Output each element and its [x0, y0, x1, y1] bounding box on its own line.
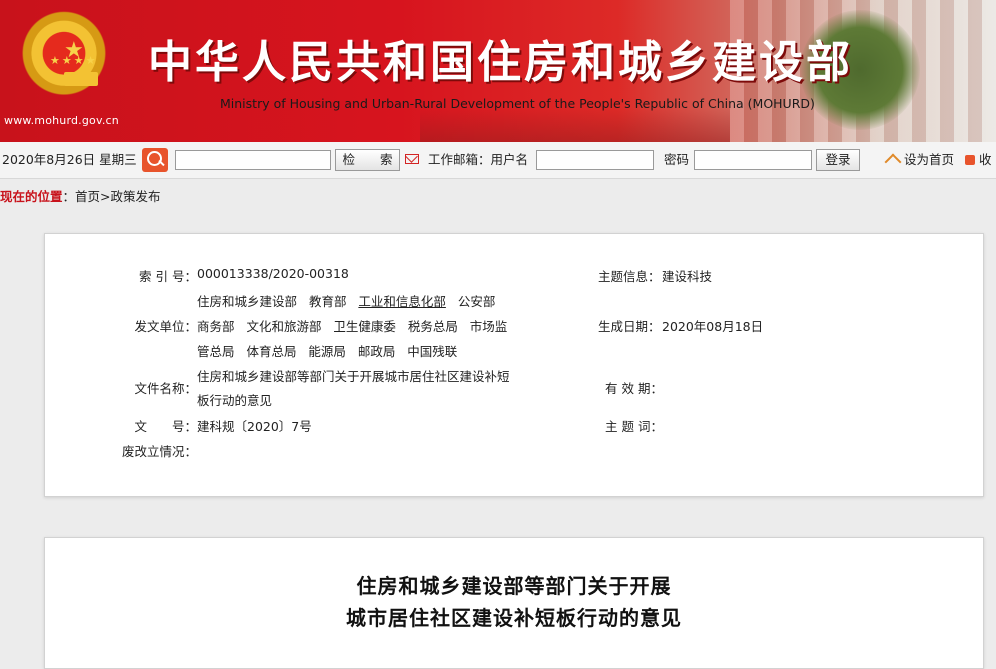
set-homepage-link[interactable]: 设为首页	[904, 142, 954, 178]
doc-number-value: 建科规〔2020〕7号	[197, 419, 312, 434]
password-input[interactable]	[694, 150, 812, 170]
breadcrumb-label: 现在的位置	[0, 189, 63, 204]
issuer-line-1: 住房和城乡建设部 教育部 工业和信息化部 公安部	[197, 294, 496, 309]
generated-date-value: 2020年08月18日	[662, 319, 764, 334]
favorite-icon	[965, 155, 975, 165]
issuer-label: 发文单位：	[134, 319, 197, 334]
site-url: www.mohurd.gov.cn	[4, 114, 119, 127]
doc-name-label: 文件名称：	[134, 381, 197, 396]
ministry-title-cn: 中华人民共和国住房和城乡建设部	[148, 37, 853, 88]
generated-date-label: 生成日期：	[598, 319, 661, 334]
site-banner: ★ ★★★★ www.mohurd.gov.cn 中华人民共和国住房和城乡建设部…	[0, 0, 996, 142]
home-icon	[884, 153, 902, 171]
topic-value: 建设科技	[662, 269, 713, 284]
ministry-title-en: Ministry of Housing and Urban-Rural Deve…	[220, 96, 815, 111]
breadcrumb-separator: ：	[62, 189, 76, 204]
doc-name-line-1: 住房和城乡建设部等部门关于开展城市居住社区建设补短	[197, 369, 510, 384]
index-label: 索 引 号：	[139, 269, 197, 284]
document-metadata-card: 索 引 号： 000013338/2020-00318 住房和城乡建设部 教育部…	[44, 233, 984, 497]
article-title-line-1: 住房和城乡建设部等部门关于开展	[356, 574, 672, 598]
revision-label: 废改立情况：	[121, 444, 197, 459]
issuer-line-2: 商务部 文化和旅游部 卫生健康委 税务总局 市场监	[197, 319, 508, 334]
login-button[interactable]: 登录	[816, 149, 860, 171]
favorite-link[interactable]: 收	[979, 142, 992, 178]
mail-icon	[405, 154, 419, 164]
roof-decoration	[420, 108, 730, 142]
username-input[interactable]	[536, 150, 654, 170]
index-value: 000013338/2020-00318	[197, 266, 349, 281]
national-emblem-icon: ★ ★★★★	[18, 10, 110, 106]
doc-number-label: 文 号：	[134, 419, 197, 434]
mail-username-label: 工作邮箱：用户名	[428, 152, 529, 167]
issuer-line-3: 管总局 体育总局 能源局 邮政局 中国残联	[197, 344, 458, 359]
search-button[interactable]: 检 索	[335, 149, 400, 171]
breadcrumb: 现在的位置：首页>政策发布	[0, 186, 161, 205]
current-date: 2020年8月26日 星期三	[2, 152, 137, 167]
article-card: 住房和城乡建设部等部门关于开展 城市居住社区建设补短板行动的意见	[44, 537, 984, 669]
topic-label: 主题信息：	[598, 269, 661, 284]
top-toolbar: 2020年8月26日 星期三 检 索 工作邮箱：用户名 密码 登录 设为首页 收	[0, 142, 996, 179]
password-label: 密码	[664, 152, 690, 167]
article-title-line-2: 城市居住社区建设补短板行动的意见	[346, 606, 682, 630]
search-input[interactable]	[175, 150, 331, 170]
keywords-label: 主 题 词：	[605, 419, 663, 434]
breadcrumb-path[interactable]: 首页>政策发布	[75, 189, 160, 204]
validity-label: 有 效 期：	[605, 381, 663, 396]
doc-name-line-2: 板行动的意见	[197, 393, 273, 408]
search-icon[interactable]	[142, 148, 168, 172]
